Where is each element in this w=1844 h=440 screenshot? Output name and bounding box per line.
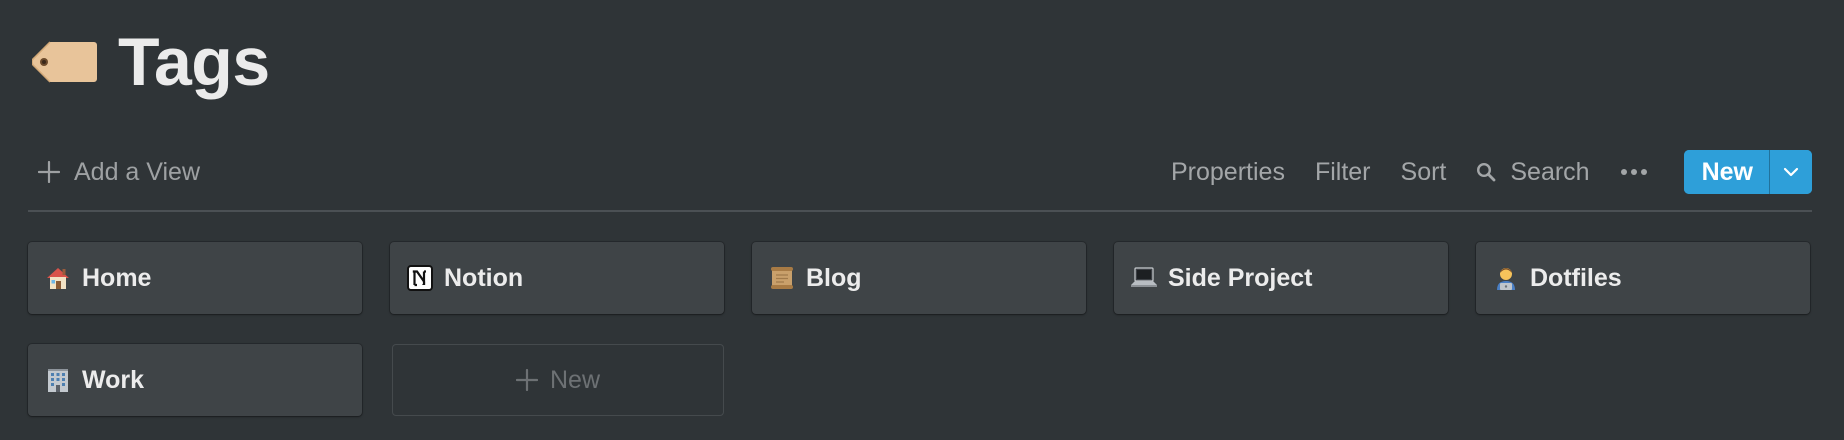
page-header: Tags bbox=[32, 22, 270, 102]
database-page: Tags Add a View Properties Filter Sort S… bbox=[28, 0, 1812, 440]
new-button[interactable]: New bbox=[1683, 150, 1769, 194]
card-title: Dotfiles bbox=[1530, 263, 1622, 292]
card-title: Work bbox=[82, 365, 145, 394]
toolbar-actions: Properties Filter Sort Search New bbox=[1171, 150, 1812, 194]
add-view-button[interactable]: Add a View bbox=[38, 158, 200, 186]
new-options-button[interactable] bbox=[1770, 150, 1812, 194]
page-title: Tags bbox=[118, 24, 270, 100]
card-title: Notion bbox=[444, 263, 524, 292]
ellipsis-icon bbox=[1620, 169, 1647, 175]
plus-icon bbox=[38, 161, 60, 183]
house-icon bbox=[47, 268, 69, 289]
office-building-icon bbox=[48, 369, 68, 392]
technologist-icon bbox=[1497, 268, 1515, 290]
card-title: Home bbox=[82, 263, 152, 292]
gallery-card[interactable]: Dotfiles bbox=[1476, 242, 1810, 314]
laptop-icon bbox=[1131, 267, 1157, 287]
gallery-card[interactable]: Work bbox=[28, 344, 362, 416]
chevron-down-icon bbox=[1783, 167, 1799, 177]
scroll-icon bbox=[771, 267, 793, 289]
gallery-card[interactable]: Notion bbox=[390, 242, 724, 314]
card-title: Blog bbox=[806, 263, 862, 292]
search-label: Search bbox=[1510, 157, 1590, 186]
label-tag-icon bbox=[32, 41, 97, 83]
notion-logo-icon bbox=[407, 265, 433, 291]
add-view-label: Add a View bbox=[74, 157, 201, 186]
more-options-button[interactable] bbox=[1620, 168, 1648, 176]
search-icon bbox=[1477, 162, 1496, 182]
new-card-button[interactable]: New bbox=[392, 344, 724, 416]
plus-icon bbox=[515, 369, 538, 391]
new-button-group: New bbox=[1683, 150, 1812, 194]
gallery-card[interactable]: Side Project bbox=[1114, 242, 1448, 314]
gallery-card[interactable]: Blog bbox=[752, 242, 1086, 314]
view-toolbar: Add a View Properties Filter Sort Search bbox=[28, 148, 1812, 212]
gallery-card[interactable]: Home bbox=[28, 242, 362, 314]
new-card-label: New bbox=[549, 365, 600, 394]
properties-button[interactable]: Properties bbox=[1171, 158, 1285, 187]
card-title: Side Project bbox=[1168, 263, 1313, 292]
search-button[interactable]: Search bbox=[1476, 157, 1590, 187]
filter-button[interactable]: Filter bbox=[1315, 158, 1371, 187]
sort-button[interactable]: Sort bbox=[1401, 158, 1447, 187]
